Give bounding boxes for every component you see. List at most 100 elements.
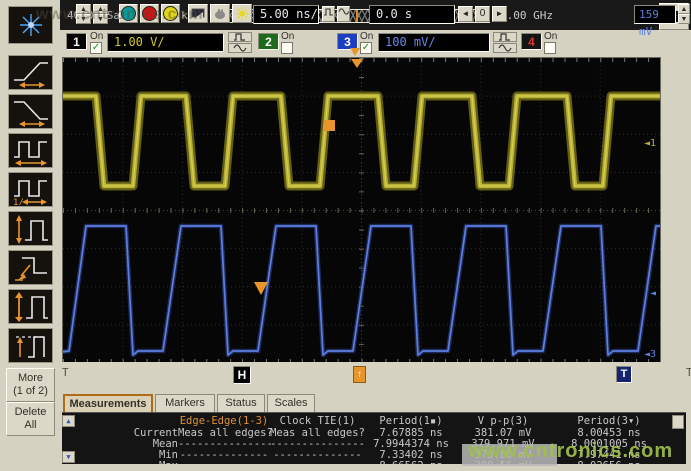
channel-3-scale-field[interactable]: 100 mV/ xyxy=(378,33,490,52)
sine-icon xyxy=(338,7,349,16)
delay-left-button[interactable]: ◄ xyxy=(458,6,473,22)
infiniium-logo-icon xyxy=(17,11,45,39)
down-arrow-icon: ▼ xyxy=(76,14,91,24)
channel-1-scale-field[interactable]: 1.00 V/ xyxy=(107,33,224,52)
delete-all-button[interactable]: Delete All xyxy=(6,402,55,436)
ch1-ground-marker: ◄1 xyxy=(644,138,656,149)
header-period-3: Period(3▾) xyxy=(549,415,669,427)
trigger-position-icon[interactable] xyxy=(350,48,360,56)
table-row: Mean --------------- --------------- 7.9… xyxy=(78,438,678,449)
oscilloscope-window: 40.0 GSa/s 2.00 kpts 6.00 GHz – www.cntr… xyxy=(0,0,691,471)
channel-3-checkbox[interactable]: ✓ xyxy=(360,42,372,54)
up-arrow-icon: ▲ xyxy=(678,4,690,14)
yellow-circle-icon xyxy=(163,6,178,21)
grab-yellow-button[interactable] xyxy=(161,4,180,23)
period-button[interactable] xyxy=(8,133,53,168)
position-spinner-2[interactable]: ▲▼ xyxy=(93,4,108,26)
channel-2-checkbox[interactable] xyxy=(281,42,293,54)
header-vpp-3: V p-p(3) xyxy=(457,415,549,427)
channel-1-button[interactable]: 1 xyxy=(66,33,87,50)
up-arrow-icon: ▲ xyxy=(76,4,91,14)
tab-status[interactable]: Status xyxy=(217,394,265,412)
channel-4-on-label: On xyxy=(544,31,557,42)
grab-red-button[interactable] xyxy=(140,4,159,23)
channel-2-on-label: On xyxy=(281,31,294,42)
pulse-icon[interactable] xyxy=(228,32,252,42)
timebase-field[interactable]: 5.00 ns/ xyxy=(253,5,319,24)
timebase-sine-button[interactable] xyxy=(337,6,350,22)
position-spinner-1[interactable]: ▲▼ xyxy=(76,4,91,26)
timebase-pulse-button[interactable] xyxy=(322,6,335,22)
svg-text:1/: 1/ xyxy=(13,198,24,205)
v-max-icon xyxy=(12,214,50,244)
v-base-button[interactable] xyxy=(8,250,53,285)
trigger-level-spinner[interactable]: ▲▼ xyxy=(678,4,690,26)
sine-icon[interactable] xyxy=(493,43,517,53)
trigger-marker-button[interactable]: ↑ xyxy=(353,366,366,383)
waveform-grid-svg: ◄1 ◄ ◄3 xyxy=(63,58,660,363)
grab-teal-button[interactable] xyxy=(119,4,138,23)
ch3-ground-marker: ◄3 xyxy=(644,349,656,360)
channel-2-button[interactable]: 2 xyxy=(258,33,279,50)
trigger-level-field[interactable]: 159 mV xyxy=(634,5,676,24)
horizontal-menu-button[interactable]: H xyxy=(233,366,251,384)
v-max-button[interactable] xyxy=(8,211,53,246)
channel-3-on-label: On xyxy=(360,31,373,42)
teal-circle-icon xyxy=(121,6,136,21)
header-clock-tie: Clock TIE(1) xyxy=(270,415,365,427)
rise-time-button[interactable] xyxy=(8,55,53,90)
channel-1-on-label: On xyxy=(90,31,103,42)
tab-scales[interactable]: Scales xyxy=(267,394,315,412)
table-header-row: Edge-Edge(1-3) Clock TIE(1) Period(1▪) V… xyxy=(78,415,678,426)
up-arrow-icon: ▲ xyxy=(93,4,108,14)
channel-1-checkbox[interactable]: ✓ xyxy=(90,42,102,54)
scroll-down-icon[interactable]: ▼ xyxy=(62,451,75,463)
rise-time-icon xyxy=(12,58,50,88)
measurement-marker-square xyxy=(324,120,335,131)
waveform-display[interactable]: ◄1 ◄ ◄3 xyxy=(62,57,661,364)
more-page: (1 of 2) xyxy=(7,385,54,398)
pulse-icon xyxy=(323,7,334,16)
more-button[interactable]: More (1 of 2) xyxy=(6,368,55,402)
channel-1-coupling-buttons xyxy=(228,32,252,52)
watermark-highlight xyxy=(462,444,557,466)
trigger-menu-button[interactable]: T xyxy=(616,366,632,383)
period-icon xyxy=(12,136,50,166)
v-base-icon xyxy=(12,253,50,283)
screen-icon xyxy=(191,8,205,20)
sine-icon[interactable] xyxy=(228,43,252,53)
header-edge-edge: Edge-Edge(1-3) xyxy=(178,415,270,427)
delete-sub: All xyxy=(7,419,54,432)
bandwidth: 6.00 GHz xyxy=(500,9,553,22)
delay-zero-button[interactable]: 0 xyxy=(475,6,490,22)
trigger-t-right-label: T xyxy=(686,366,691,379)
scroll-up-icon[interactable]: ▲ xyxy=(62,415,75,427)
tab-markers[interactable]: Markers xyxy=(155,394,215,412)
channel-3-coupling-buttons xyxy=(493,32,517,52)
ch3-trigger-arrow: ◄ xyxy=(650,288,656,299)
fall-time-button[interactable] xyxy=(8,94,53,129)
delay-right-button[interactable]: ► xyxy=(492,6,507,22)
pulse-icon[interactable] xyxy=(493,32,517,42)
tab-measurements[interactable]: Measurements xyxy=(63,394,153,412)
ch3-trace xyxy=(63,226,660,355)
measurements-panel: ▲ ▼ Edge-Edge(1-3) Clock TIE(1) Period(1… xyxy=(62,412,686,465)
down-arrow-icon: ▼ xyxy=(93,14,108,24)
fall-time-icon xyxy=(12,97,50,127)
v-peak-peak-icon xyxy=(12,292,50,322)
touch-button[interactable] xyxy=(210,4,230,23)
frequency-button[interactable]: 1/ xyxy=(8,172,53,207)
channel-4-button[interactable]: 4 xyxy=(521,33,542,50)
v-top-button[interactable] xyxy=(8,328,53,363)
screen-capture-button[interactable] xyxy=(188,4,208,23)
delay-field[interactable]: 0.0 s xyxy=(369,5,455,24)
hand-icon xyxy=(213,8,227,20)
channel-4-checkbox[interactable] xyxy=(544,42,556,54)
v-peak-peak-button[interactable] xyxy=(8,289,53,324)
app-logo xyxy=(8,6,53,44)
brightness-button[interactable] xyxy=(232,4,252,23)
header-period-1: Period(1▪) xyxy=(365,415,457,427)
preview-cursor[interactable] xyxy=(356,10,358,22)
more-label: More xyxy=(7,372,54,385)
down-arrow-icon: ▼ xyxy=(678,14,690,24)
